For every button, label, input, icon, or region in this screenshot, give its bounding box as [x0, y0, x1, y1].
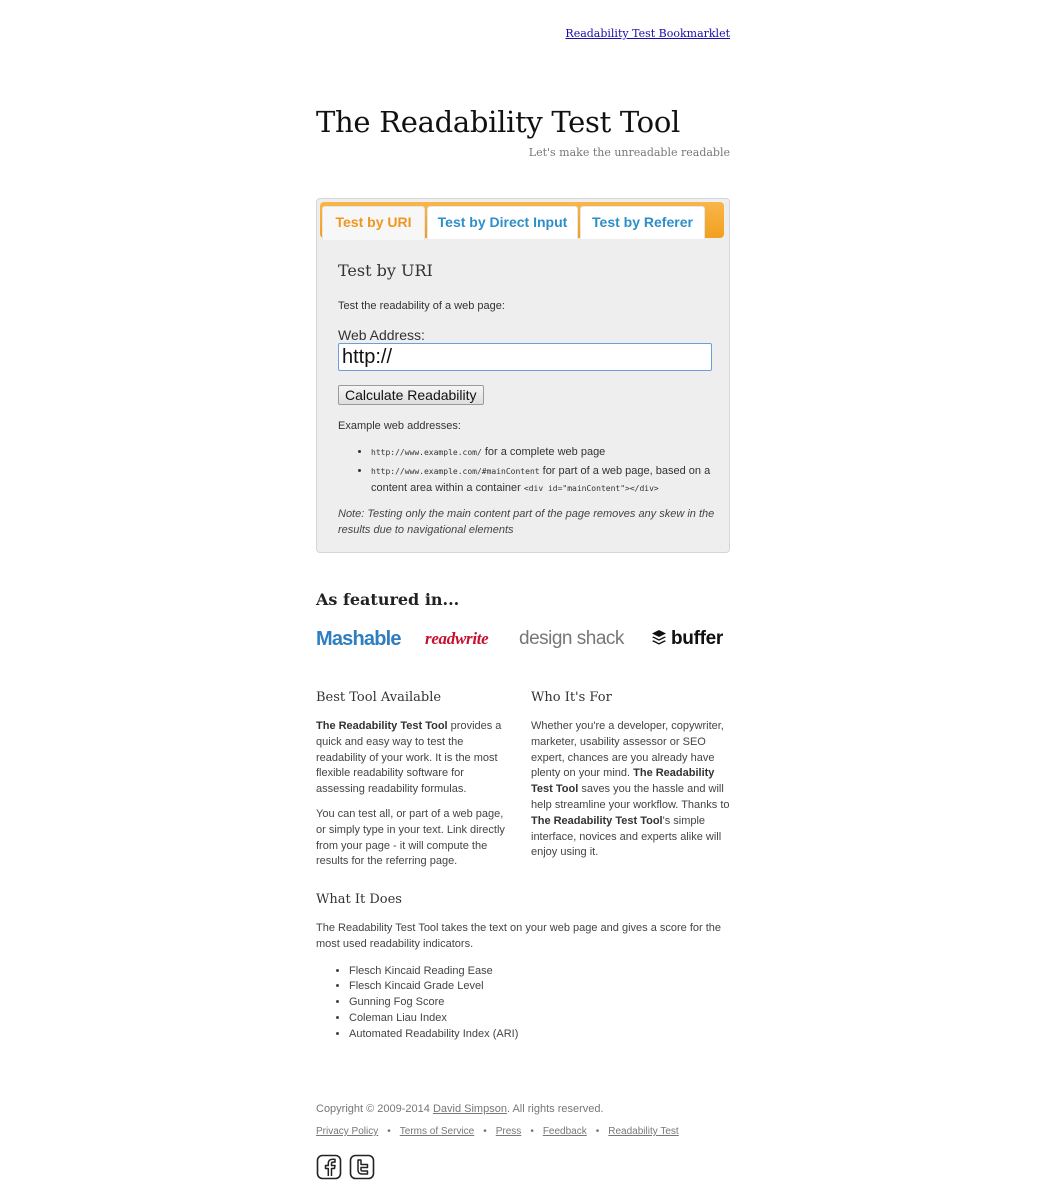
copyright: Copyright © 2009-2014 David Simpson. All…	[316, 1103, 604, 1115]
examples-list: http://www.example.com/ for a complete w…	[350, 444, 731, 499]
page-tagline: Let's make the unreadable readable	[528, 146, 730, 159]
facebook-icon[interactable]	[316, 1154, 342, 1180]
twitter-icon[interactable]	[349, 1154, 375, 1180]
tab-bar: Test by URI Test by Direct Input Test by…	[320, 202, 724, 240]
tab-test-by-referer[interactable]: Test by Referer	[580, 206, 705, 239]
panel-intro: Test the readability of a web page:	[338, 300, 505, 312]
example-code: <div id="mainContent"></div>	[523, 484, 659, 493]
list-item: http://www.example.com/#mainContent for …	[371, 463, 731, 498]
best-tool-paragraph-1: The Readability Test Tool provides a qui…	[316, 719, 515, 798]
bookmarklet-link[interactable]: Readability Test Bookmarklet	[565, 27, 730, 40]
featured-logos: Mashable readwrite design shack buffer	[316, 627, 730, 653]
who-its-for-section: Who It's For Whether you're a developer,…	[531, 690, 730, 870]
buffer-logo: buffer	[651, 627, 723, 651]
feedback-link[interactable]: Feedback	[543, 1126, 587, 1137]
best-tool-section: Best Tool Available The Readability Test…	[316, 690, 515, 879]
best-tool-paragraph-2: You can test all, or part of a web page,…	[316, 807, 505, 868]
copyright-text: Copyright © 2009-2014	[316, 1103, 433, 1115]
examples-title: Example web addresses:	[338, 420, 461, 432]
what-it-does-heading: What It Does	[316, 892, 402, 907]
tool-name-bold: The Readability Test Tool	[316, 720, 448, 732]
footer-separator: •	[530, 1126, 534, 1137]
list-item: Coleman Liau Index	[349, 1011, 730, 1027]
list-item: Gunning Fog Score	[349, 995, 730, 1011]
list-item: http://www.example.com/ for a complete w…	[371, 444, 731, 462]
buffer-stack-icon	[652, 630, 666, 645]
press-link[interactable]: Press	[496, 1126, 522, 1137]
indicators-list: Flesch Kincaid Reading Ease Flesch Kinca…	[316, 964, 730, 1043]
example-code: http://www.example.com/	[371, 448, 482, 457]
terms-of-service-link[interactable]: Terms of Service	[400, 1126, 474, 1137]
footer-links: Privacy Policy • Terms of Service • Press • Fe…	[316, 1126, 679, 1137]
footer-separator: •	[483, 1126, 487, 1137]
panel-note: Note: Testing only the main content part…	[338, 508, 715, 536]
panel-heading: Test by URI	[338, 261, 433, 280]
tool-name-bold: The Readability Test Tool	[531, 814, 663, 827]
calculate-readability-button[interactable]: Calculate Readability	[338, 385, 484, 405]
test-panel: Test by URI Test by Direct Input Test by…	[316, 198, 730, 553]
mashable-logo: Mashable	[316, 628, 402, 650]
privacy-policy-link[interactable]: Privacy Policy	[316, 1126, 378, 1137]
readwrite-logo: readwrite	[425, 629, 489, 648]
readability-test-link[interactable]: Readability Test	[608, 1126, 678, 1137]
page: Readability Test Bookmarklet The Readabi…	[0, 0, 1045, 1200]
footer-separator: •	[387, 1126, 391, 1137]
example-description: for a complete web page	[481, 446, 606, 458]
author-link[interactable]: David Simpson	[433, 1103, 507, 1115]
list-item: Automated Readability Index (ARI)	[349, 1027, 730, 1043]
footer-separator: •	[595, 1126, 600, 1137]
buffer-logo-text: buffer	[671, 628, 724, 649]
web-address-label: Web Address:	[338, 327, 425, 343]
list-item: Flesch Kincaid Grade Level	[349, 979, 730, 995]
what-it-does-paragraph: The Readability Test Tool takes the text…	[316, 922, 722, 950]
tab-test-by-uri[interactable]: Test by URI	[322, 206, 425, 240]
copyright-text: . All rights reserved.	[506, 1103, 604, 1115]
web-address-input[interactable]	[338, 343, 712, 371]
page-title: The Readability Test Tool	[316, 105, 680, 139]
social-links	[316, 1154, 378, 1182]
list-item: Flesch Kincaid Reading Ease	[349, 964, 730, 980]
who-its-for-heading: Who It's For	[531, 690, 612, 705]
design-shack-logo: design shack	[519, 628, 624, 649]
best-tool-heading: Best Tool Available	[316, 690, 442, 705]
what-it-does-section: What It Does The Readability Test Tool t…	[316, 892, 730, 1043]
example-code: http://www.example.com/#mainContent	[371, 466, 540, 476]
tab-test-by-direct-input[interactable]: Test by Direct Input	[427, 206, 578, 239]
featured-heading: As featured in...	[316, 590, 460, 609]
who-its-for-paragraph: Whether you're a developer, copywriter, …	[531, 719, 730, 861]
